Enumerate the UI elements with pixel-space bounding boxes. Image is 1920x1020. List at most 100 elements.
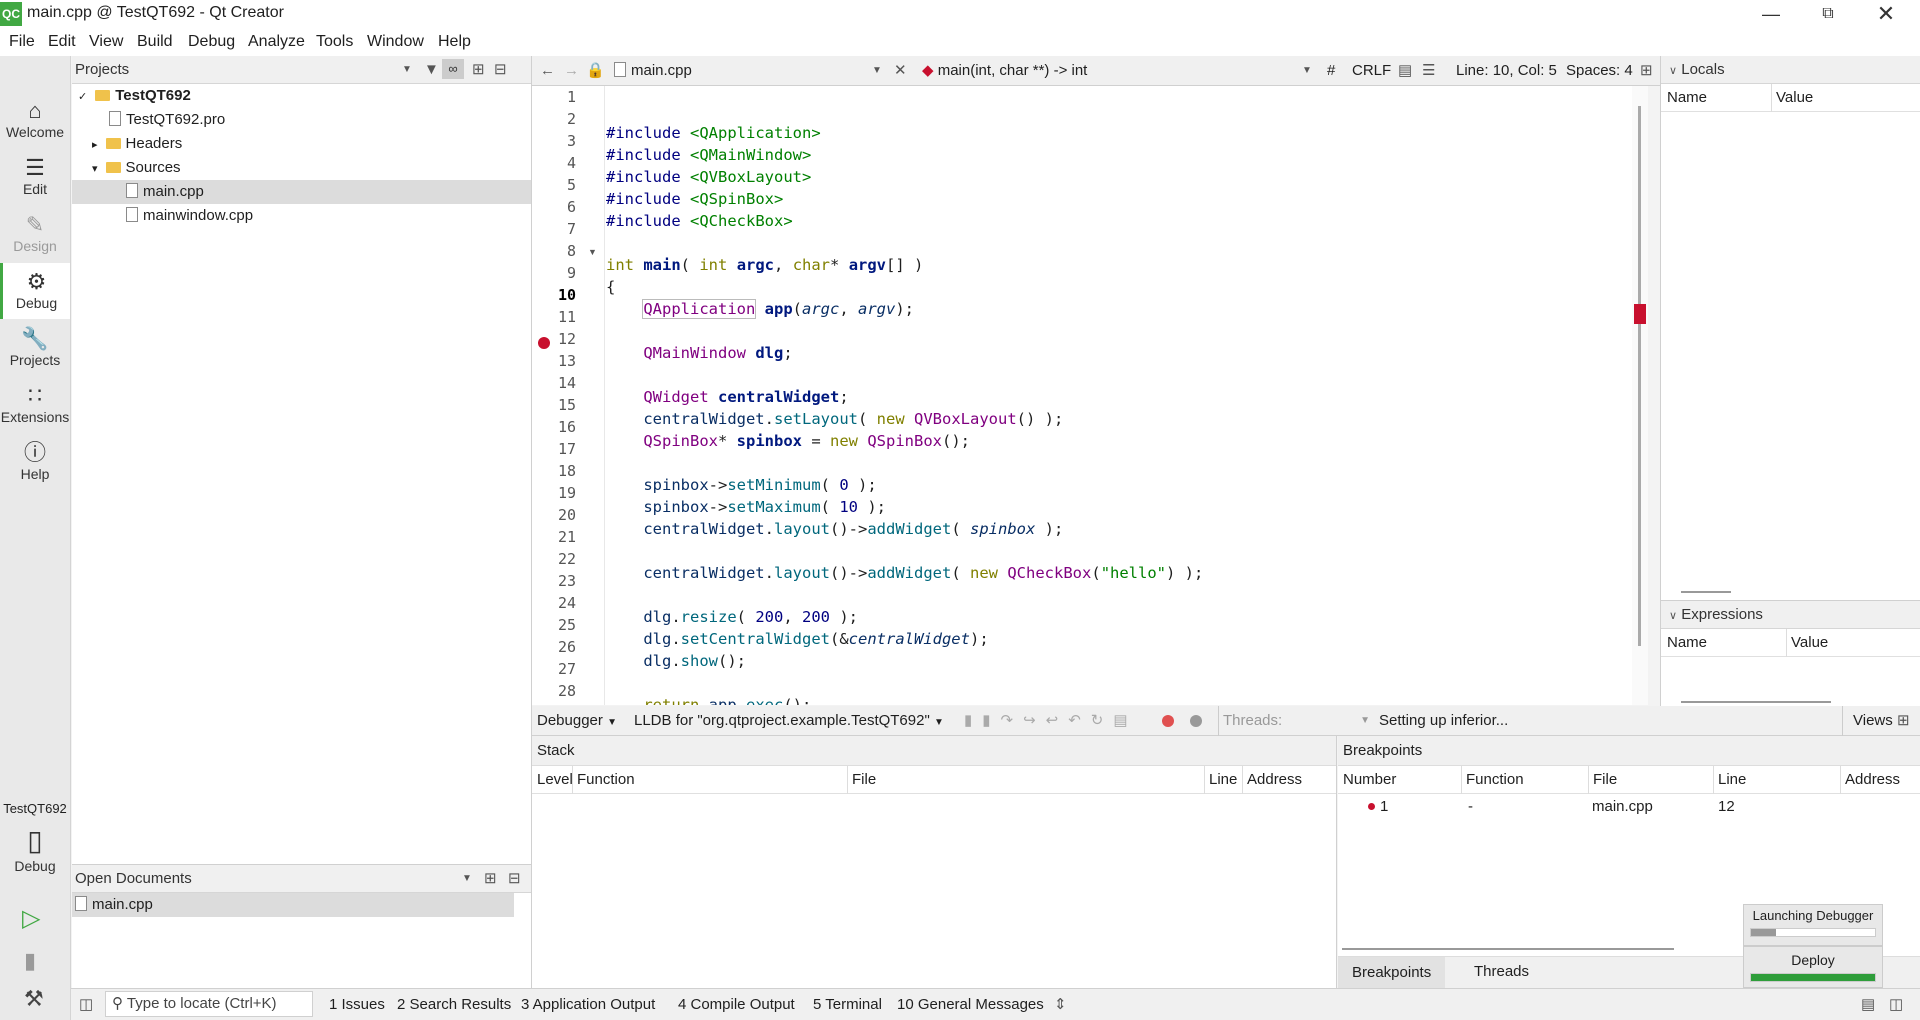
menu-view[interactable]: View: [89, 33, 123, 51]
bp-col-line[interactable]: Line: [1713, 766, 1746, 794]
output-tab-compile-output[interactable]: 4 Compile Output: [678, 989, 795, 1020]
more-tabs-icon[interactable]: ⇕: [1054, 989, 1067, 1020]
threads-selector[interactable]: Threads: ▼: [1218, 706, 1370, 736]
line-number[interactable]: 22: [532, 548, 576, 570]
stack-col-address[interactable]: Address: [1242, 766, 1302, 794]
close-file-icon[interactable]: ✕: [894, 56, 907, 86]
menu-window[interactable]: Window: [367, 33, 424, 51]
mode-welcome[interactable]: ⌂ Welcome: [0, 92, 70, 148]
line-number[interactable]: 2: [532, 108, 576, 130]
debug-run-icon[interactable]: ▮: [24, 948, 36, 974]
split-icon[interactable]: ⊞: [1640, 56, 1653, 86]
sidebar-toggle-icon[interactable]: ◫: [79, 989, 93, 1020]
split-icon[interactable]: ⊞: [472, 56, 485, 83]
outline-icon[interactable]: ☰: [1422, 56, 1435, 86]
line-number[interactable]: 16: [532, 416, 576, 438]
tab-breakpoints[interactable]: Breakpoints: [1338, 957, 1446, 989]
close-panel-icon[interactable]: ⊟: [494, 56, 507, 83]
tree-sources[interactable]: ▾ Sources: [72, 156, 531, 180]
line-number[interactable]: 10: [532, 284, 576, 306]
chevron-down-icon[interactable]: ∨: [1669, 65, 1677, 77]
output-tab-terminal[interactable]: 5 Terminal: [813, 989, 882, 1020]
link-icon[interactable]: ∞: [442, 59, 464, 79]
line-number[interactable]: 9: [532, 262, 576, 284]
close-panel-icon[interactable]: ⊟: [508, 865, 521, 892]
locator-input[interactable]: ⚲ Type to locate (Ctrl+K): [105, 991, 313, 1017]
file-selector[interactable]: main.cpp: [614, 56, 692, 86]
breakpoints-hscroll[interactable]: [1342, 948, 1674, 950]
stop-icon[interactable]: [1162, 715, 1174, 727]
menu-file[interactable]: File: [9, 33, 35, 51]
line-number[interactable]: 17: [532, 438, 576, 460]
chevron-down-icon[interactable]: ▾: [92, 163, 98, 175]
line-number[interactable]: 28: [532, 680, 576, 702]
tree-headers[interactable]: ▸ Headers: [72, 132, 531, 156]
mode-design[interactable]: ✎ Design: [0, 206, 70, 262]
minimize-icon[interactable]: —: [1743, 0, 1799, 28]
build-icon[interactable]: ⚒: [24, 986, 44, 1012]
indentation-setting[interactable]: Spaces: 4: [1566, 56, 1633, 86]
line-number[interactable]: 3: [532, 130, 576, 152]
bp-col-address[interactable]: Address: [1840, 766, 1900, 794]
split-icon[interactable]: ⊞: [484, 865, 497, 892]
views-menu-icon[interactable]: ⊞: [1897, 706, 1910, 736]
menu-edit[interactable]: Edit: [48, 33, 76, 51]
record-icon[interactable]: [1190, 715, 1202, 727]
locals-header[interactable]: ∨ Locals: [1661, 56, 1920, 84]
expressions-col-value[interactable]: Value: [1786, 629, 1828, 657]
line-number[interactable]: 20: [532, 504, 576, 526]
cursor-position[interactable]: Line: 10, Col: 5: [1456, 56, 1557, 86]
chevron-down-icon[interactable]: ▼: [462, 865, 472, 892]
close-icon[interactable]: ✕: [1858, 0, 1914, 28]
views-button[interactable]: Views: [1842, 706, 1893, 736]
editor-scrollbar[interactable]: [1632, 86, 1648, 705]
chevron-down-icon[interactable]: ▼: [402, 56, 412, 83]
line-number[interactable]: 18: [532, 460, 576, 482]
mode-help[interactable]: ⓘ Help: [0, 434, 70, 490]
line-number[interactable]: 14: [532, 372, 576, 394]
chevron-down-icon[interactable]: ▼: [1302, 56, 1312, 86]
progress-toggle-icon[interactable]: ▤: [1861, 989, 1875, 1020]
expressions-col-name[interactable]: Name: [1667, 629, 1707, 657]
output-tab-issues[interactable]: 1 Issues: [329, 989, 385, 1020]
line-number[interactable]: 25: [532, 614, 576, 636]
menu-analyze[interactable]: Analyze: [248, 33, 305, 51]
line-number[interactable]: 21: [532, 526, 576, 548]
step-controls[interactable]: ▮▮↷↪↩↶↻▤: [964, 706, 1138, 736]
output-tab-general-messages[interactable]: 10 General Messages: [897, 989, 1044, 1020]
engine-selector[interactable]: LLDB for "org.qtproject.example.TestQT69…: [634, 706, 944, 738]
forward-icon[interactable]: →: [564, 56, 579, 86]
mode-projects[interactable]: 🔧 Projects: [0, 320, 70, 376]
chevron-down-icon[interactable]: ✓: [78, 91, 87, 103]
line-number[interactable]: 4: [532, 152, 576, 174]
run-icon[interactable]: ▷: [22, 904, 40, 933]
kit-selector[interactable]: ▯ Debug: [0, 818, 70, 888]
line-number[interactable]: 7: [532, 218, 576, 240]
locals-hscroll[interactable]: [1681, 591, 1731, 593]
bp-col-function[interactable]: Function: [1461, 766, 1524, 794]
line-number[interactable]: 24: [532, 592, 576, 614]
restore-icon[interactable]: ⧉: [1800, 0, 1856, 28]
line-number-gutter[interactable]: 1 2 3 4 5 6 7 8 9 10 11 12 13 14 15 16 17 18 19 20 21 22 23 24 2…: [532, 86, 608, 705]
symbol-selector[interactable]: ◆ main(int, char **) -> int: [922, 56, 1087, 86]
locals-col-name[interactable]: Name: [1667, 84, 1707, 112]
tree-project-root[interactable]: ✓ TestQT692: [72, 84, 531, 108]
line-number[interactable]: 6: [532, 196, 576, 218]
stack-col-file[interactable]: File: [847, 766, 876, 794]
stack-col-line[interactable]: Line: [1204, 766, 1237, 794]
tree-pro-file[interactable]: TestQT692.pro: [72, 108, 531, 132]
fold-marker-icon[interactable]: ▼: [588, 247, 597, 257]
tab-threads[interactable]: Threads: [1460, 957, 1543, 989]
line-number[interactable]: 26: [532, 636, 576, 658]
menu-debug[interactable]: Debug: [188, 33, 235, 51]
mode-extensions[interactable]: ∷ Extensions: [0, 377, 70, 433]
open-doc-item[interactable]: main.cpp: [72, 893, 514, 917]
menu-build[interactable]: Build: [137, 33, 173, 51]
menu-tools[interactable]: Tools: [316, 33, 353, 51]
back-icon[interactable]: ←: [540, 56, 555, 86]
debugger-selector[interactable]: Debugger ▼: [537, 706, 617, 738]
hash-button[interactable]: #: [1327, 56, 1335, 86]
output-tab-application-output[interactable]: 3 Application Output: [521, 989, 655, 1020]
line-number[interactable]: 11: [532, 306, 576, 328]
stack-col-level[interactable]: Level: [537, 766, 573, 794]
